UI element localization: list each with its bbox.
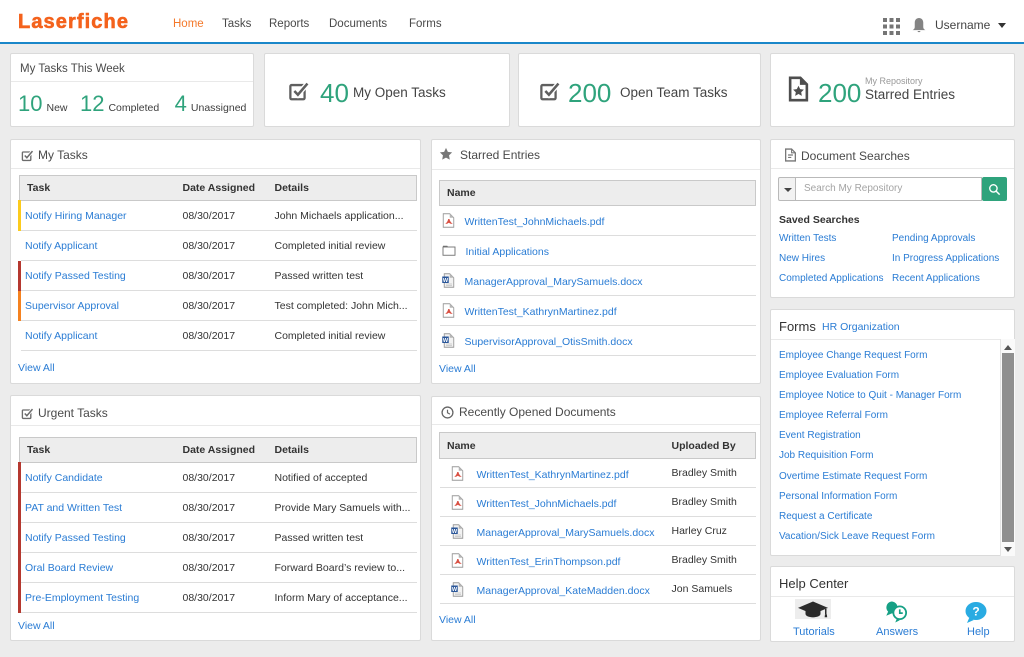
svg-text:W: W [451, 586, 457, 592]
svg-text:W: W [442, 338, 448, 344]
svg-text:W: W [442, 278, 448, 284]
svg-text:W: W [451, 528, 457, 534]
svg-text:?: ? [972, 605, 979, 619]
